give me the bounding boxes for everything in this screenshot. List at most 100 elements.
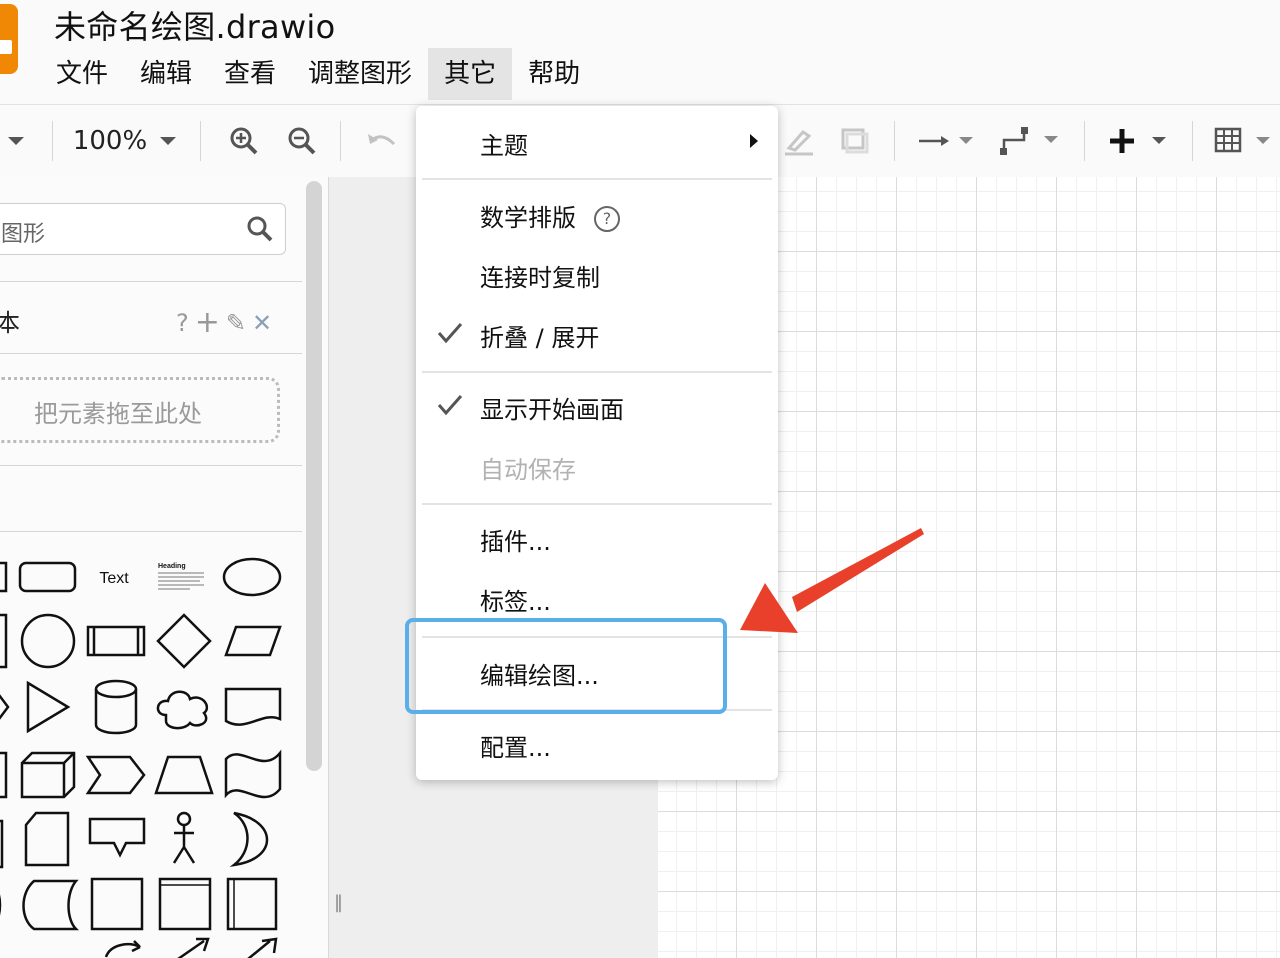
zoom-level: 100%: [72, 126, 148, 156]
view-dropdown-chevron-icon[interactable]: [0, 105, 32, 177]
menu-item-label: 折叠 / 展开: [480, 324, 600, 352]
or-shape[interactable]: [229, 811, 269, 867]
menu-item-label: 数学排版?: [480, 198, 620, 233]
menu-item-collapse-expand[interactable]: 折叠 / 展开: [416, 308, 778, 360]
menu-item-theme[interactable]: 主题: [416, 116, 778, 168]
menu-item-configuration[interactable]: 配置...: [416, 718, 778, 770]
internal-storage-shape[interactable]: [90, 877, 144, 931]
divider: [0, 353, 302, 354]
sidebar-scrollbar[interactable]: [306, 181, 322, 771]
line-color-icon[interactable]: [776, 105, 820, 177]
document-shape[interactable]: [224, 687, 282, 726]
toolbar-divider: [340, 121, 341, 161]
connection-arrow-icon[interactable]: [912, 105, 978, 177]
menu-separator: [422, 178, 772, 180]
search-icon[interactable]: [247, 216, 273, 246]
menu-item-plugins[interactable]: 插件...: [416, 512, 778, 564]
shape-search-input[interactable]: 图形: [0, 203, 286, 255]
vertical-container-shape[interactable]: [226, 877, 278, 931]
toolbar-divider: [894, 121, 895, 161]
note-shape[interactable]: [0, 819, 4, 869]
document-title[interactable]: 未命名绘图.drawio: [54, 2, 336, 48]
menu-file[interactable]: 文件: [40, 48, 124, 100]
divider: [0, 531, 302, 532]
sidebar-resize-handle[interactable]: ‖: [334, 892, 343, 913]
scratchpad-drop-zone[interactable]: 把元素拖至此处: [0, 377, 280, 443]
zoom-in-icon[interactable]: [222, 105, 266, 177]
actor-shape[interactable]: [176, 811, 192, 827]
trapezoid-shape[interactable]: [154, 755, 214, 795]
help-icon[interactable]: ?: [594, 206, 620, 232]
card-shape[interactable]: [24, 811, 70, 867]
insert-plus-icon[interactable]: [1102, 105, 1172, 177]
bidirectional-arrow-shape[interactable]: [247, 937, 278, 958]
tape-shape[interactable]: [224, 749, 282, 799]
menu-item-mathematical-typesetting[interactable]: 数学排版?: [416, 188, 778, 240]
hexagon-shape[interactable]: [0, 683, 10, 731]
triangle-shape[interactable]: [26, 680, 71, 734]
drawio-logo-icon: [0, 4, 18, 74]
close-icon[interactable]: ✕: [252, 309, 272, 337]
step-shape[interactable]: [85, 755, 146, 795]
menu-arrange[interactable]: 调整图形: [292, 48, 428, 100]
ellipse-shape[interactable]: [222, 557, 282, 597]
menu-help[interactable]: 帮助: [512, 48, 596, 100]
heading-shape[interactable]: Heading: [158, 563, 186, 570]
callout-shape[interactable]: [88, 817, 146, 858]
table-icon[interactable]: [1208, 105, 1278, 177]
undo-icon[interactable]: [360, 105, 404, 177]
menu-item-show-start-screen[interactable]: 显示开始画面: [416, 380, 778, 432]
circle-shape[interactable]: [20, 613, 76, 669]
square-shape[interactable]: [0, 613, 8, 669]
menu-item-label: 插件...: [480, 528, 551, 556]
help-icon[interactable]: ?: [176, 309, 189, 337]
toolbar-divider: [1084, 121, 1085, 161]
annotation-highlight-box: [405, 618, 727, 714]
menu-separator: [422, 371, 772, 373]
stored-data-shape[interactable]: [22, 879, 80, 931]
menu-item-label: 自动保存: [480, 456, 576, 484]
waypoints-icon[interactable]: [996, 105, 1062, 177]
toolbar-divider: [52, 121, 53, 161]
checkmark-icon: [436, 320, 464, 350]
block-shape[interactable]: [0, 751, 8, 799]
shadow-icon[interactable]: [832, 105, 876, 177]
process-shape[interactable]: [86, 625, 146, 657]
cube-shape[interactable]: [20, 751, 76, 799]
scratchpad-actions: ? + ✎ ✕: [176, 305, 272, 340]
cloud-shape[interactable]: [156, 690, 209, 730]
menu-item-label: 连接时复制: [480, 264, 600, 292]
parallelogram-shape[interactable]: [224, 625, 282, 657]
diamond-shape[interactable]: [156, 613, 212, 669]
diagonal-arrow-shape[interactable]: [177, 937, 210, 958]
container-shape[interactable]: [158, 877, 212, 931]
menu-edit[interactable]: 编辑: [124, 48, 208, 100]
menu-item-label: 显示开始画面: [480, 396, 624, 424]
chevron-down-icon: [160, 137, 177, 145]
divider: [0, 465, 302, 466]
menu-item-label: 标签...: [480, 588, 551, 616]
edit-icon[interactable]: ✎: [226, 309, 246, 337]
menu-extras[interactable]: 其它: [428, 48, 513, 100]
curved-arrow-shape[interactable]: [104, 940, 141, 958]
zoom-out-icon[interactable]: [280, 105, 324, 177]
drop-zone-text: 把元素拖至此处: [34, 400, 202, 428]
add-icon[interactable]: +: [195, 305, 220, 340]
general-shapes-palette: Text Heading: [0, 557, 282, 958]
rounded-rectangle-shape[interactable]: [18, 561, 77, 593]
rectangle-shape[interactable]: [0, 561, 8, 593]
title-bar: 未命名绘图.drawio 文件 编辑 查看 调整图形 其它 帮助: [0, 0, 1280, 104]
text-shape[interactable]: Text: [99, 570, 129, 587]
menu-item-label: 配置...: [480, 734, 551, 762]
search-placeholder: 图形: [1, 222, 46, 247]
menu-view[interactable]: 查看: [208, 48, 292, 100]
menu-separator: [422, 503, 772, 505]
scratchpad-title[interactable]: 本: [0, 303, 20, 338]
menu-item-copy-on-connect[interactable]: 连接时复制: [416, 248, 778, 300]
menu-item-label: 主题: [480, 132, 528, 160]
menu-item-tags[interactable]: 标签...: [416, 572, 778, 624]
menubar: 文件 编辑 查看 调整图形 其它 帮助: [40, 48, 596, 100]
menu-item-text: 数学排版: [480, 204, 576, 232]
zoom-dropdown[interactable]: 100%: [68, 105, 184, 177]
menu-item-autosave: 自动保存: [416, 440, 778, 492]
